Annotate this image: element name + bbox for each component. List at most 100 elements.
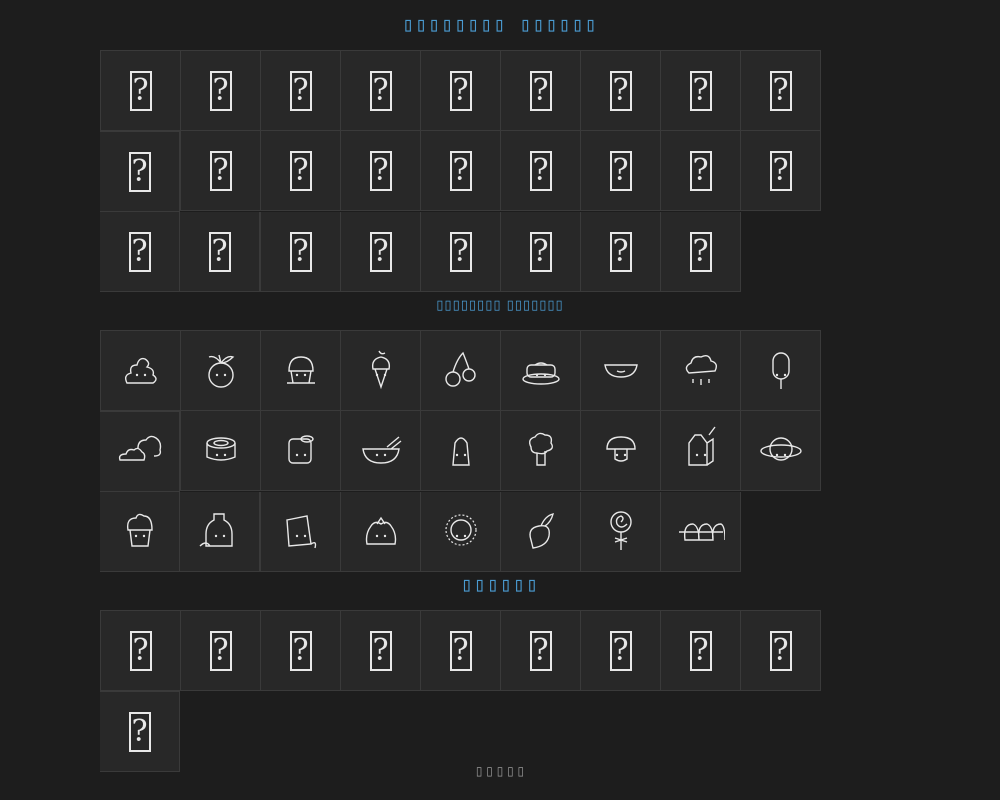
salt-shaker-icon: [437, 425, 485, 477]
icon-cell: [501, 492, 581, 572]
glyph-cell: ?: [341, 50, 421, 131]
missing-glyph-icon: ?: [208, 231, 231, 272]
glyph-cell: ?: [741, 50, 821, 131]
icon-cell: [581, 411, 661, 491]
muffin-icon: [277, 345, 325, 397]
glyph-cell: ?: [261, 131, 341, 211]
missing-glyph-icon: ?: [289, 231, 312, 272]
icon-cell: [181, 330, 261, 411]
missing-glyph-icon: ?: [529, 630, 552, 671]
lollipop-icon: [597, 506, 645, 558]
glyph-cell: ?: [661, 212, 741, 292]
apple-icon: [197, 345, 245, 397]
missing-glyph-icon: ?: [529, 231, 552, 272]
glyph-cell: ?: [661, 50, 741, 131]
milk-carton-icon: [677, 425, 725, 477]
glyph-cell: ?: [661, 131, 741, 211]
icon-cell: [421, 411, 501, 491]
missing-glyph-icon: ?: [689, 150, 712, 191]
missing-glyph-icon: ?: [129, 630, 152, 671]
glyph-cell: ?: [341, 610, 421, 691]
icon-cell: [261, 411, 341, 491]
footer-text: ▯ ▯ ▯ ▯ ▯: [475, 764, 525, 778]
missing-glyph-icon: ?: [689, 70, 712, 111]
glyph-cell: ?: [260, 212, 341, 292]
missing-glyph-icon: ?: [369, 630, 392, 671]
planet-icon: [757, 425, 805, 477]
missing-glyph-icon: ?: [289, 70, 312, 111]
glyph-cell: ?: [100, 212, 180, 292]
glyph-cell: ?: [181, 50, 261, 131]
glyph-grid-1: ??????????????????????????: [100, 50, 900, 292]
missing-glyph-icon: ?: [449, 630, 472, 671]
glyph-cell: ?: [581, 610, 661, 691]
glyph-cell: ?: [741, 610, 821, 691]
icon-grid: [100, 330, 900, 572]
glyph-cell: ?: [100, 691, 180, 772]
clouds-icon: [116, 426, 164, 478]
missing-glyph-icon: ?: [689, 231, 712, 272]
tea-bag-icon: [277, 506, 325, 558]
broccoli-icon: [517, 425, 565, 477]
icon-cell: [661, 492, 741, 572]
glyph-cell: ?: [100, 610, 181, 691]
missing-glyph-icon: ?: [529, 70, 552, 111]
glyph-cell: ?: [180, 212, 260, 292]
glyph-cell: ?: [741, 131, 821, 211]
glyph-cell: ?: [661, 610, 741, 691]
glyph-cell: ?: [421, 610, 501, 691]
section-title-2: ▯▯▯▯▯▯▯▯ ▯▯▯▯▯▯▯: [436, 298, 564, 313]
glyph-cell: ?: [341, 212, 421, 292]
missing-glyph-icon: ?: [369, 231, 392, 272]
missing-glyph-icon: ?: [289, 630, 312, 671]
missing-glyph-icon: ?: [209, 150, 232, 191]
icon-cell: [581, 330, 661, 411]
toilet-paper-icon: [277, 425, 325, 477]
icon-cell: [260, 492, 341, 572]
bottle-icon: [196, 506, 244, 558]
glyph-cell: ?: [581, 131, 661, 211]
section-title-1: ▯▯▯▯▯▯▯▯ ▯▯▯▯▯▯: [402, 12, 598, 36]
missing-glyph-icon: ?: [209, 630, 232, 671]
missing-glyph-icon: ?: [529, 150, 552, 191]
icon-cell: [341, 330, 421, 411]
icon-cell: [100, 492, 180, 572]
icon-cell: [501, 411, 581, 491]
glyph-cell: ?: [581, 50, 661, 131]
missing-glyph-icon: ?: [449, 70, 472, 111]
glyph-cell: ?: [501, 610, 581, 691]
missing-glyph-icon: ?: [369, 70, 392, 111]
icon-cell: [741, 330, 821, 411]
money-bag-icon: [357, 506, 405, 558]
glyph-cell: ?: [501, 131, 581, 211]
glyph-cell: ?: [261, 50, 341, 131]
icon-cell: [261, 330, 341, 411]
ice-cream-cone-icon: [357, 345, 405, 397]
pancakes-icon: [517, 345, 565, 397]
glyph-cell: ?: [180, 131, 261, 211]
poop-icon: [117, 345, 165, 397]
icon-cell: [421, 330, 501, 411]
icon-cell: [100, 411, 180, 492]
cherries-icon: [437, 345, 485, 397]
glyph-cell: ?: [581, 212, 661, 292]
section-title-3: ▯▯▯▯▯▯: [460, 572, 540, 596]
glyph-cell: ?: [181, 610, 261, 691]
sushi-roll-icon: [197, 425, 245, 477]
missing-glyph-icon: ?: [609, 150, 632, 191]
icon-cell: [341, 411, 421, 491]
cupcake-icon: [116, 506, 164, 558]
icon-cell: [180, 411, 261, 491]
glyph-cell: ?: [100, 131, 180, 212]
mushroom-icon: [597, 425, 645, 477]
icon-cell: [741, 411, 821, 491]
missing-glyph-icon: ?: [769, 150, 792, 191]
popsicle-icon: [757, 345, 805, 397]
missing-glyph-icon: ?: [449, 231, 472, 272]
turnip-icon: [517, 506, 565, 558]
missing-glyph-icon: ?: [689, 630, 712, 671]
glyph-cell: ?: [501, 50, 581, 131]
icon-cell: [100, 330, 181, 411]
missing-glyph-icon: ?: [289, 150, 312, 191]
missing-glyph-icon: ?: [609, 630, 632, 671]
